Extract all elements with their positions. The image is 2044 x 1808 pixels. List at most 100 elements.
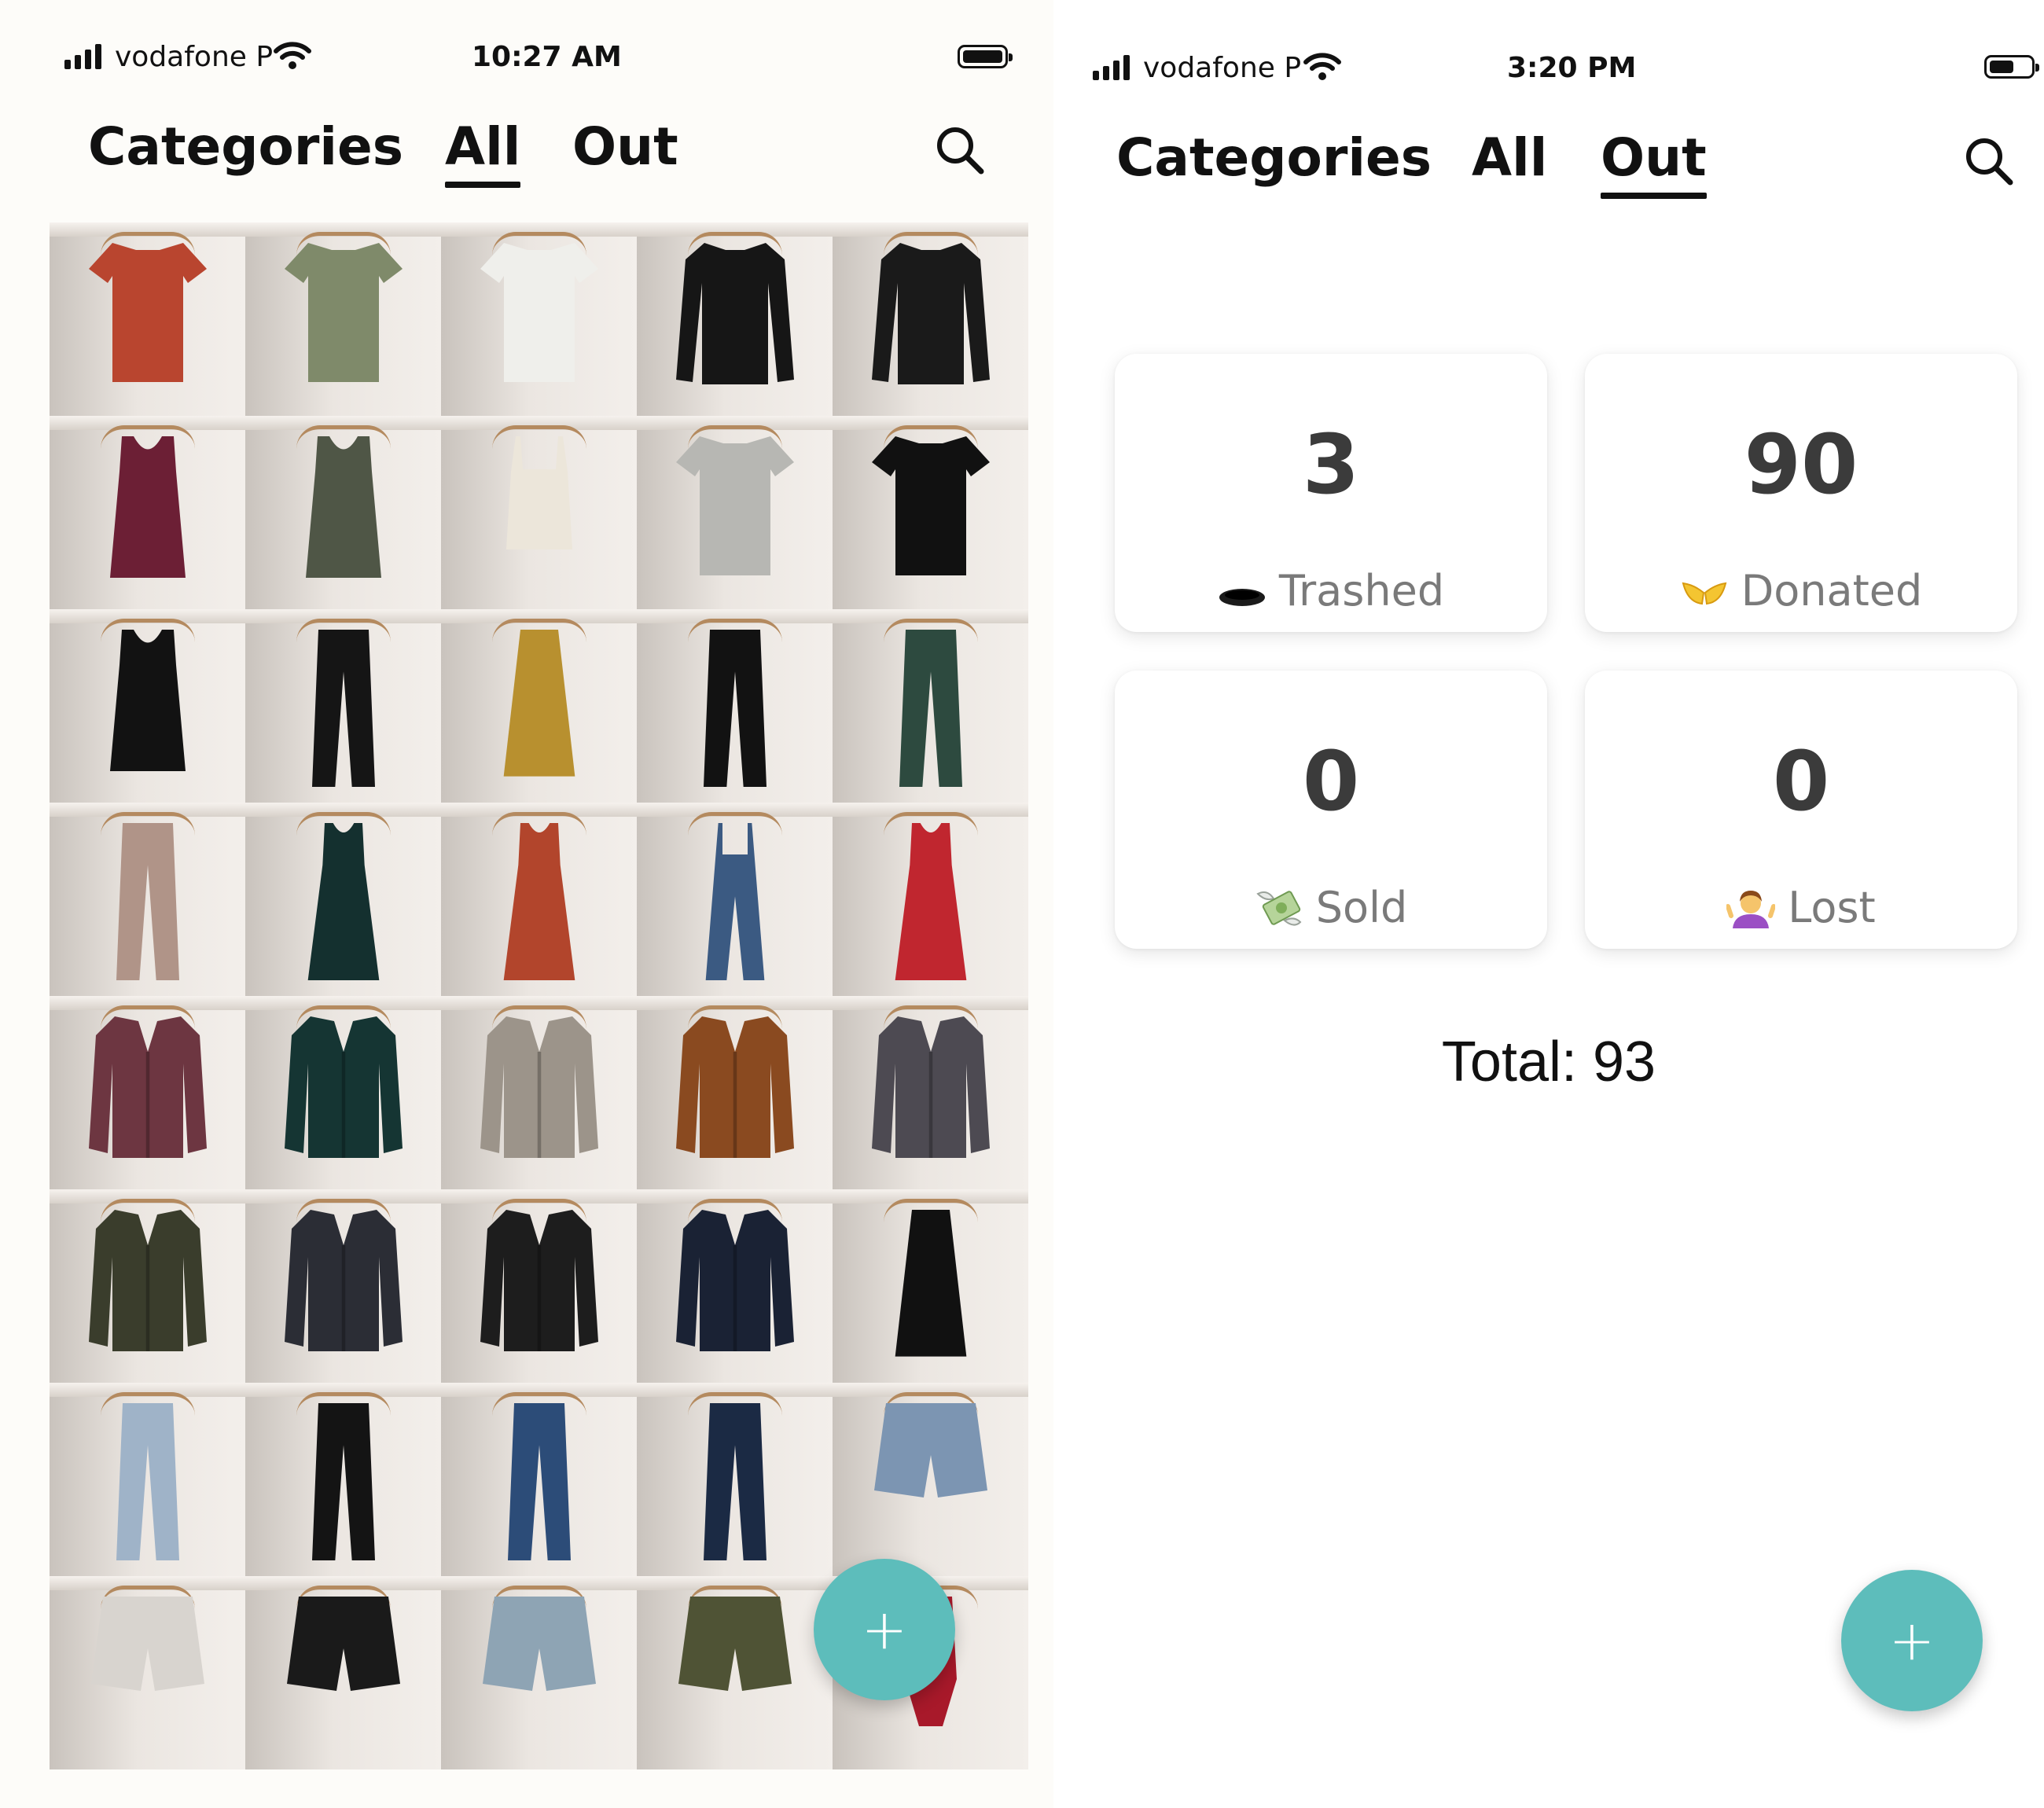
garment-thumbnail[interactable] — [441, 996, 637, 1189]
sold-label: Sold — [1315, 883, 1408, 932]
garment-pants-icon — [311, 1403, 375, 1560]
garment-tshirt-icon — [88, 243, 207, 382]
garment-thumbnail[interactable] — [441, 416, 637, 609]
tab-categories[interactable]: Categories — [88, 116, 403, 177]
garment-cami-icon — [505, 436, 572, 549]
garment-thumbnail[interactable] — [637, 222, 833, 416]
garment-thumbnail[interactable] — [245, 803, 441, 996]
add-item-button[interactable]: + — [814, 1559, 955, 1700]
garment-thumbnail[interactable] — [833, 1383, 1028, 1576]
open-hands-icon — [1682, 582, 1727, 605]
garment-jacket-icon — [871, 1016, 990, 1158]
garment-tank-icon — [305, 436, 381, 578]
stat-card-trashed[interactable]: 3 Trashed — [1115, 354, 1547, 632]
garment-shorts-icon — [90, 1597, 204, 1691]
garment-skirt-icon — [503, 630, 575, 777]
garment-thumbnail[interactable] — [637, 1383, 833, 1576]
garment-jacket-icon — [675, 1210, 794, 1351]
garment-thumbnail[interactable] — [637, 416, 833, 609]
trashed-label: Trashed — [1278, 566, 1445, 616]
money-with-wings-icon — [1255, 890, 1302, 925]
garment-thumbnail[interactable] — [441, 1189, 637, 1383]
garment-pants-icon — [703, 1403, 766, 1560]
wifi-icon — [1303, 53, 1341, 80]
tab-all[interactable]: All — [445, 116, 521, 188]
garment-pants-icon — [703, 630, 766, 787]
garment-thumbnail[interactable] — [245, 1383, 441, 1576]
tab-categories[interactable]: Categories — [1116, 127, 1432, 188]
garment-thumbnail[interactable] — [50, 1576, 245, 1769]
stat-card-sold[interactable]: 0 Sold — [1115, 671, 1547, 949]
garment-thumbnail[interactable] — [637, 996, 833, 1189]
out-screen: vodafone P 3:20 PM Categories All Out 3 … — [1053, 0, 2044, 1808]
garment-thumbnail[interactable] — [637, 1189, 833, 1383]
tab-out[interactable]: Out — [572, 116, 678, 177]
garment-pants-icon — [899, 630, 962, 787]
garment-dress-icon — [307, 823, 379, 980]
garment-tshirt-icon — [871, 436, 990, 575]
garment-thumbnail[interactable] — [441, 1576, 637, 1769]
lost-count: 0 — [1772, 733, 1830, 829]
garment-thumbnail[interactable] — [833, 222, 1028, 416]
carrier-name: vodafone P — [115, 41, 274, 73]
garment-shorts-icon — [286, 1597, 400, 1691]
garment-thumbnail[interactable] — [245, 996, 441, 1189]
garment-thumbnail[interactable] — [441, 1383, 637, 1576]
garment-tshirt-icon — [675, 436, 794, 575]
signal-strength-icon — [64, 44, 101, 69]
garment-tshirt-icon — [284, 243, 403, 382]
garment-thumbnail[interactable] — [245, 1189, 441, 1383]
status-time: 3:20 PM — [1507, 52, 1637, 84]
search-icon[interactable] — [1963, 135, 2015, 187]
garment-dress-icon — [895, 823, 966, 980]
lost-label: Lost — [1788, 883, 1876, 932]
garment-thumbnail[interactable] — [245, 1576, 441, 1769]
garment-thumbnail[interactable] — [833, 1189, 1028, 1383]
garment-pants-icon — [507, 1403, 571, 1560]
garment-thumbnail[interactable] — [441, 803, 637, 996]
garment-thumbnail[interactable] — [50, 416, 245, 609]
garment-thumbnail[interactable] — [245, 609, 441, 803]
garment-thumbnail[interactable] — [637, 1576, 833, 1769]
garment-thumbnail[interactable] — [833, 609, 1028, 803]
garment-thumbnail[interactable] — [441, 222, 637, 416]
garment-longsleeve-icon — [675, 243, 794, 384]
garment-thumbnail[interactable] — [50, 222, 245, 416]
garment-jacket-icon — [88, 1016, 207, 1158]
wifi-icon — [274, 42, 311, 69]
tab-out[interactable]: Out — [1601, 127, 1707, 199]
add-item-button[interactable]: + — [1841, 1570, 1983, 1711]
garment-thumbnail[interactable] — [637, 609, 833, 803]
garment-thumbnail[interactable] — [245, 416, 441, 609]
garment-tank-icon — [109, 436, 186, 578]
garment-thumbnail[interactable] — [833, 996, 1028, 1189]
hole-icon — [1219, 588, 1265, 606]
garment-longsleeve-icon — [871, 243, 990, 384]
garment-thumbnail[interactable] — [50, 996, 245, 1189]
carrier-name: vodafone P — [1143, 52, 1302, 84]
search-icon[interactable] — [934, 124, 986, 176]
garment-jacket-icon — [88, 1210, 207, 1351]
garment-thumbnail[interactable] — [245, 222, 441, 416]
tab-all[interactable]: All — [1472, 127, 1547, 188]
garment-thumbnail[interactable] — [50, 1383, 245, 1576]
garment-overalls-icon — [705, 823, 764, 980]
garment-tshirt-icon — [480, 243, 598, 382]
garment-thumbnail[interactable] — [637, 803, 833, 996]
garment-tank-icon — [109, 630, 186, 771]
garment-thumbnail[interactable] — [50, 803, 245, 996]
garment-shorts-icon — [482, 1597, 596, 1691]
garment-thumbnail[interactable] — [441, 609, 637, 803]
garment-shorts-icon — [678, 1597, 792, 1691]
garment-thumbnail[interactable] — [50, 609, 245, 803]
garment-jacket-icon — [284, 1210, 403, 1351]
stat-card-lost[interactable]: 0 Lost — [1585, 671, 2017, 949]
sold-count: 0 — [1302, 733, 1360, 829]
garment-thumbnail[interactable] — [50, 1189, 245, 1383]
stat-card-donated[interactable]: 90 Donated — [1585, 354, 2017, 632]
garment-dress-icon — [503, 823, 575, 980]
garment-thumbnail[interactable] — [833, 416, 1028, 609]
garment-thumbnail[interactable] — [833, 803, 1028, 996]
garment-shorts-icon — [873, 1403, 987, 1497]
status-bar: vodafone P 3:20 PM — [1053, 0, 2044, 84]
